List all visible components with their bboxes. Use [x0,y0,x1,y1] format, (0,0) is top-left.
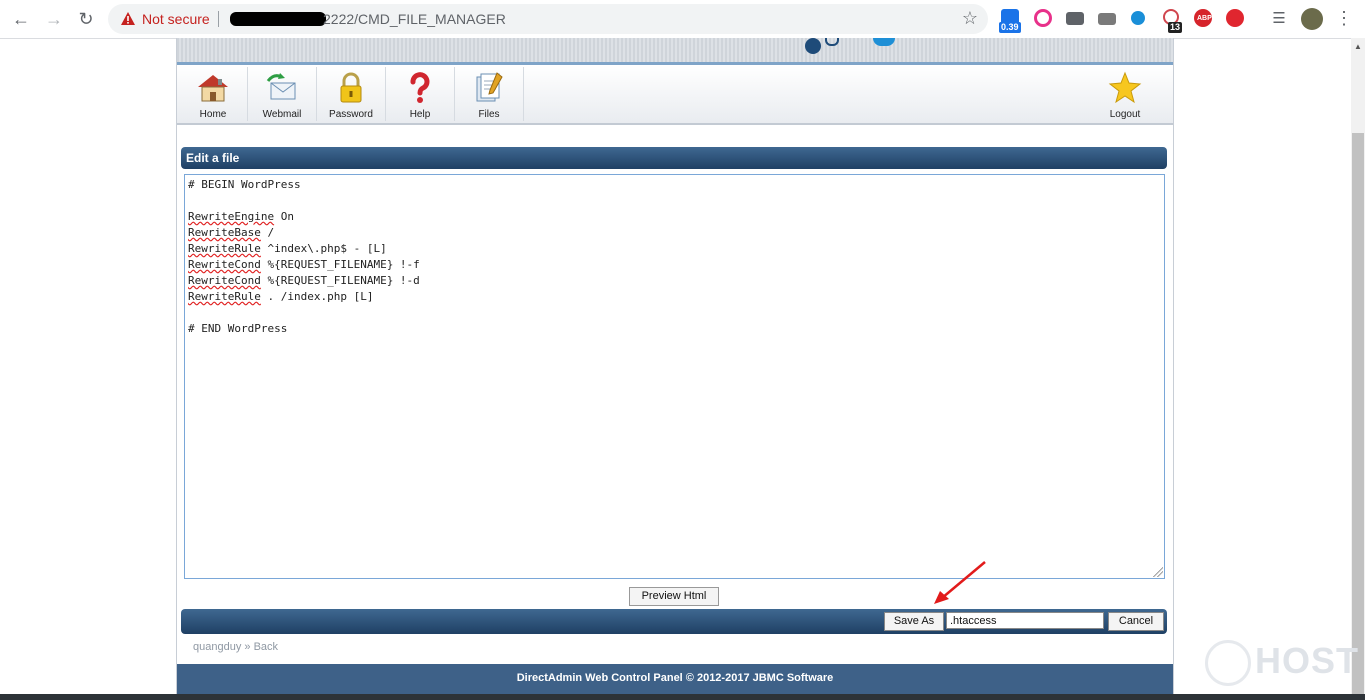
code-line: RewriteCond %{REQUEST_FILENAME} !-f [188,258,420,271]
code-line: RewriteEngine On [188,210,294,223]
code-line: RewriteRule . /index.php [L] [188,290,374,303]
forward-arrow-icon[interactable]: → [43,8,65,30]
file-content-textarea[interactable]: # BEGIN WordPress RewriteEngine On Rewri… [184,174,1165,579]
code-line: RewriteRule ^index\.php$ - [L] [188,242,387,255]
mail-icon[interactable] [1066,12,1084,25]
spellcheck-word: RewriteCond [188,274,261,287]
logo-dot [825,38,839,46]
adblock-label: ABP [1197,15,1212,22]
toolbar-webmail[interactable]: Webmail [248,67,317,121]
toolbar-password[interactable]: Password [317,67,386,121]
toolbar-label: Files [478,109,500,120]
extension-bolt-icon[interactable] [1226,9,1244,27]
main-toolbar: Home Webmail Password Help Files Logout [177,65,1173,125]
logo-dot [805,38,821,54]
toolbar-label: Logout [1109,109,1141,120]
files-icon [476,72,503,102]
footer-text: DirectAdmin Web Control Panel © 2012-201… [516,672,834,684]
lock-icon [340,72,362,103]
code-line: # END WordPress [188,322,288,335]
url-text[interactable]: 2222/CMD_FILE_MANAGER [323,11,506,27]
preview-html-button[interactable]: Preview Html [629,587,719,606]
spellcheck-word: RewriteRule [188,290,261,303]
watermark-text: HOST [1255,640,1360,681]
avatar[interactable] [1301,8,1323,30]
toolbar-label: Help [409,109,431,120]
watermark-logo-icon [1205,640,1251,687]
media-queue-icon[interactable]: ☰ [1268,8,1290,30]
spellcheck-word: RewriteBase [188,226,261,239]
back-arrow-icon[interactable]: ← [10,8,32,30]
logo-dot [873,38,895,46]
toolbar-help[interactable]: Help [386,67,455,121]
breadcrumb-back[interactable]: Back [254,641,278,653]
warning-icon [121,12,135,25]
scroll-up-icon[interactable]: ▲ [1354,42,1362,51]
code-line: RewriteCond %{REQUEST_FILENAME} !-d [188,274,420,287]
code-line: RewriteBase / [188,226,275,239]
question-icon [410,72,430,103]
save-bar: Save As .htaccess Cancel [181,609,1167,634]
menu-icon[interactable]: ⋮ [1335,8,1353,29]
toolbar-label: Webmail [262,109,302,120]
spellcheck-word: RewriteCond [188,258,261,271]
toolbar-home[interactable]: Home [179,67,248,121]
scrollbar-thumb[interactable] [1352,133,1364,700]
breadcrumb-user[interactable]: quangduy [193,641,241,653]
toolbar-files[interactable]: Files [455,67,524,121]
code-line: # BEGIN WordPress [188,178,301,191]
address-bar[interactable]: Not secure 2222/CMD_FILE_MANAGER ☆ [108,4,988,34]
extension-dot-icon[interactable] [1131,11,1145,25]
redacted-host [230,12,326,26]
resize-handle[interactable] [1153,567,1163,577]
spellcheck-word: RewriteRule [188,242,261,255]
filename-input[interactable]: .htaccess [946,612,1104,629]
reload-icon[interactable]: ↻ [75,8,97,30]
webmail-icon [266,73,296,100]
extension-record-icon[interactable] [1034,9,1052,27]
cancel-button[interactable]: Cancel [1108,612,1164,631]
extension-film-icon[interactable] [1098,13,1116,25]
edit-file-title: Edit a file [186,151,240,165]
save-as-button[interactable]: Save As [884,612,944,631]
page-scrollbar[interactable]: ▲ [1351,38,1365,700]
extension-badge: 13 [1168,22,1183,33]
toolbar-logout[interactable]: Logout [1091,67,1159,121]
os-taskbar [0,694,1365,700]
breadcrumb: quangduy » Back [193,641,278,653]
header-banner [177,38,1173,65]
toolbar-label: Home [199,109,227,120]
spellcheck-word: RewriteEngine [188,210,275,223]
bookmark-star-icon[interactable]: ☆ [962,8,978,29]
extension-badge: 0.39 [999,22,1021,33]
host-watermark: HOST [1205,640,1360,687]
toolbar-label: Password [329,109,373,120]
directadmin-panel: Home Webmail Password Help Files Logout … [176,38,1174,700]
browser-toolbar: ← → ↻ Not secure 2222/CMD_FILE_MANAGER ☆… [0,0,1365,39]
omnibox-separator [218,11,219,27]
home-icon [198,75,228,102]
security-label[interactable]: Not secure [142,11,210,27]
breadcrumb-separator: » [244,641,251,653]
edit-file-header: Edit a file [181,147,1167,169]
star-icon [1108,71,1142,104]
annotation-arrow-icon [934,561,986,604]
